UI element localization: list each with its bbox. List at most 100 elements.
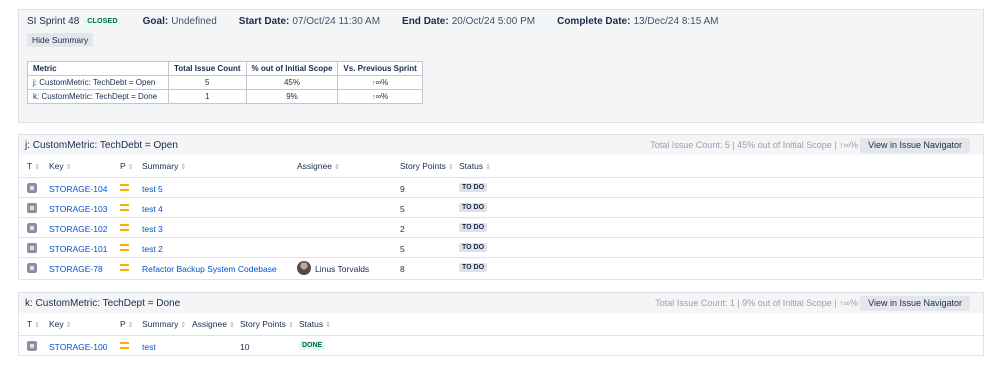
task-icon: [27, 203, 37, 213]
story-points: 5: [400, 204, 405, 214]
sort-icon: ⇕: [180, 322, 187, 329]
table-row: STORAGE-104 test 5 9 TO DO: [19, 178, 983, 198]
sort-icon: ⇕: [65, 164, 72, 171]
table-row: STORAGE-100 test 10 DONE: [19, 336, 983, 356]
view-in-issue-navigator-button[interactable]: View in Issue Navigator: [860, 138, 970, 153]
col-header-summary[interactable]: Summary ⇕: [142, 319, 186, 329]
metric-count: 1: [168, 89, 247, 104]
issue-summary-link[interactable]: test 4: [142, 204, 163, 214]
sprint-complete-date: Complete Date: 13/Dec/24 8:15 AM: [557, 16, 719, 27]
sprint-header: SI Sprint 48 CLOSED Goal: Undefined Start…: [27, 16, 719, 27]
issue-key-link[interactable]: STORAGE-104: [49, 184, 107, 194]
issue-key-link[interactable]: STORAGE-101: [49, 244, 107, 254]
sprint-name: SI Sprint 48: [27, 16, 80, 27]
group-panel-j: j: CustomMetric: TechDebt = Open Total I…: [18, 134, 984, 280]
sort-icon: ⇕: [333, 164, 340, 171]
issue-key-link[interactable]: STORAGE-78: [49, 264, 103, 274]
table-row: STORAGE-78 Refactor Backup System Codeba…: [19, 258, 983, 280]
sprint-summary-panel: SI Sprint 48 CLOSED Goal: Undefined Start…: [18, 9, 984, 123]
metrics-row: k: CustomMetric: TechDept = Done 1 9% ↑∞…: [27, 89, 423, 104]
sort-icon: ⇕: [127, 322, 134, 329]
col-header-key[interactable]: Key ⇕: [49, 319, 72, 329]
priority-medium-icon: [120, 224, 129, 231]
issue-key-link[interactable]: STORAGE-100: [49, 342, 107, 352]
issue-table-header: T ⇕ Key ⇕ P ⇕ Summary ⇕ Assignee ⇕ Story Poin…: [19, 313, 983, 336]
status-lozenge: TO DO: [459, 223, 488, 232]
col-header-assignee[interactable]: Assignee ⇕: [192, 319, 235, 329]
col-header-story-points[interactable]: Story Points ⇕: [400, 161, 454, 171]
issue-key-link[interactable]: STORAGE-103: [49, 204, 107, 214]
priority-medium-icon: [120, 264, 129, 271]
view-in-issue-navigator-button[interactable]: View in Issue Navigator: [860, 296, 970, 311]
issue-summary-link[interactable]: test 3: [142, 224, 163, 234]
sort-icon: ⇕: [65, 322, 72, 329]
story-points: 8: [400, 264, 405, 274]
sort-icon: ⇕: [180, 164, 187, 171]
metric-name: k: CustomMetric: TechDept = Done: [27, 89, 169, 104]
metrics-header-scope: % out of Initial Scope: [245, 61, 339, 76]
col-header-type[interactable]: T ⇕: [27, 319, 40, 329]
sort-icon: ⇕: [447, 164, 454, 171]
priority-medium-icon: [120, 204, 129, 211]
story-points: 5: [400, 244, 405, 254]
sprint-start-date: Start Date: 07/Oct/24 11:30 AM: [238, 16, 381, 27]
issue-table: T ⇕ Key ⇕ P ⇕ Summary ⇕ Assignee ⇕ Story Poin…: [19, 313, 983, 356]
issue-summary-link[interactable]: test 2: [142, 244, 163, 254]
metrics-header-count: Total Issue Count: [168, 61, 247, 76]
assignee-name: Linus Torvalds: [315, 264, 370, 274]
col-header-status[interactable]: Status ⇕: [299, 319, 331, 329]
sort-icon: ⇕: [228, 322, 235, 329]
group-stats: Total Issue Count: 1 | 9% out of Initial…: [655, 298, 858, 308]
col-header-type[interactable]: T ⇕: [27, 161, 40, 171]
table-row: STORAGE-102 test 3 2 TO DO: [19, 218, 983, 238]
group-title: k: CustomMetric: TechDept = Done: [25, 297, 181, 309]
metrics-table: Metric Total Issue Count % out of Initia…: [27, 61, 423, 104]
group-stats: Total Issue Count: 5 | 45% out of Initia…: [650, 140, 858, 150]
issue-summary-link[interactable]: test 5: [142, 184, 163, 194]
group-panel-k: k: CustomMetric: TechDept = Done Total I…: [18, 292, 984, 356]
metric-scope: 9%: [245, 89, 339, 104]
sprint-end-date: End Date: 20/Oct/24 5:00 PM: [402, 16, 536, 27]
metric-count: 5: [168, 75, 247, 90]
sprint-goal: Goal: Undefined: [142, 16, 217, 27]
col-header-assignee[interactable]: Assignee ⇕: [297, 161, 340, 171]
issue-summary-link[interactable]: test: [142, 342, 156, 352]
issue-key-link[interactable]: STORAGE-102: [49, 224, 107, 234]
status-lozenge: TO DO: [459, 243, 488, 252]
metric-name: j: CustomMetric: TechDebt = Open: [27, 75, 169, 90]
task-icon: [27, 243, 37, 253]
group-title: j: CustomMetric: TechDebt = Open: [25, 139, 178, 151]
status-lozenge: TO DO: [459, 263, 488, 272]
hide-summary-button[interactable]: Hide Summary: [27, 33, 94, 47]
col-header-priority[interactable]: P ⇕: [120, 319, 134, 329]
story-points: 2: [400, 224, 405, 234]
sort-icon: ⇕: [325, 322, 331, 329]
col-header-key[interactable]: Key ⇕: [49, 161, 72, 171]
status-lozenge: TO DO: [459, 183, 488, 192]
metric-vs: ↑∞%: [337, 75, 423, 90]
sort-icon: ⇕: [34, 322, 41, 329]
story-points: 10: [240, 342, 250, 352]
issue-table-header: T ⇕ Key ⇕ P ⇕ Summary ⇕ Assignee ⇕ Story Poin…: [19, 155, 983, 178]
sort-icon: ⇕: [127, 164, 134, 171]
metrics-header-row: Metric Total Issue Count % out of Initia…: [27, 61, 423, 76]
priority-medium-icon: [120, 244, 129, 251]
story-points: 9: [400, 184, 405, 194]
issue-summary-link[interactable]: Refactor Backup System Codebase: [142, 264, 277, 274]
table-row: STORAGE-103 test 4 5 TO DO: [19, 198, 983, 218]
task-icon: [27, 223, 37, 233]
status-lozenge: DONE: [299, 341, 326, 350]
avatar: [297, 261, 311, 275]
sort-icon: ⇕: [34, 164, 41, 171]
metric-scope: 45%: [245, 75, 339, 90]
col-header-priority[interactable]: P ⇕: [120, 161, 134, 171]
col-header-status[interactable]: Status ⇕: [459, 161, 491, 171]
metrics-header-metric: Metric: [27, 61, 169, 76]
col-header-story-points[interactable]: Story Points ⇕: [240, 319, 294, 329]
sort-icon: ⇕: [287, 322, 294, 329]
sort-icon: ⇕: [485, 164, 491, 171]
metric-vs: ↑∞%: [337, 89, 423, 104]
priority-medium-icon: [120, 184, 129, 191]
col-header-summary[interactable]: Summary ⇕: [142, 161, 186, 171]
metrics-row: j: CustomMetric: TechDebt = Open 5 45% ↑…: [27, 75, 423, 90]
